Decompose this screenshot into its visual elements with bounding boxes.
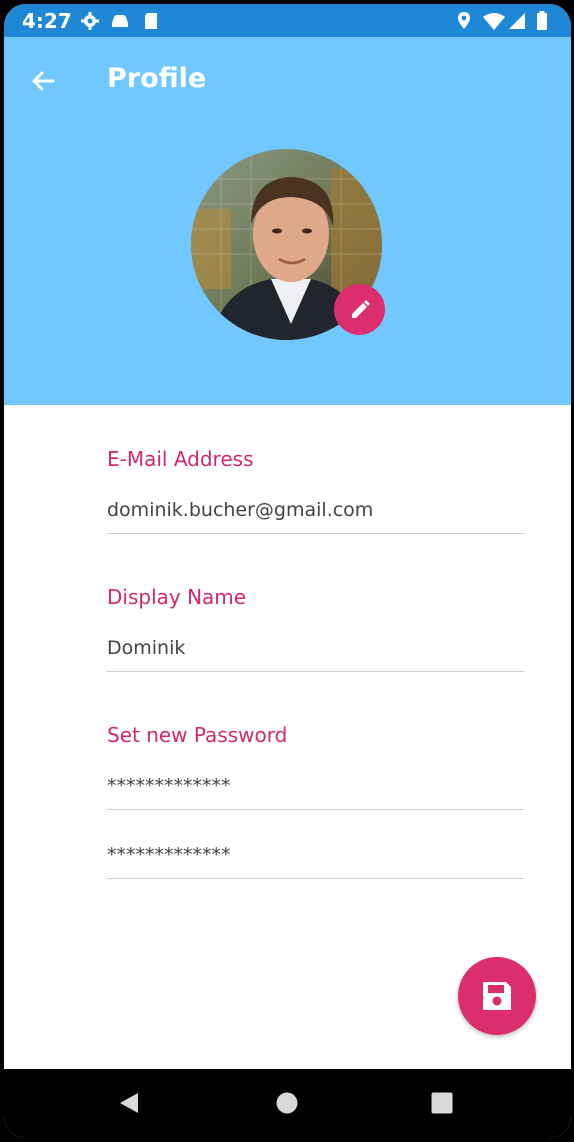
- nav-back-icon[interactable]: [118, 1091, 140, 1115]
- sd-card-icon: [145, 13, 157, 29]
- display-name-field-container: [107, 625, 524, 672]
- confirm-password-value: *************: [107, 844, 231, 866]
- profile-header: Profile: [4, 37, 571, 405]
- password-label: Set new Password: [107, 723, 288, 747]
- system-nav-bar: [4, 1069, 571, 1138]
- signal-icon: [509, 13, 525, 29]
- nav-recents-icon[interactable]: [431, 1091, 453, 1115]
- back-button[interactable]: [24, 62, 62, 100]
- password-field[interactable]: *************: [107, 763, 524, 810]
- status-time: 4:27: [22, 9, 72, 33]
- settings-icon: [81, 12, 99, 30]
- device-screen: 4:27 Profile E-Mail Address dominik.buch…: [4, 4, 571, 1138]
- pencil-icon: [351, 299, 370, 318]
- confirm-password-field[interactable]: *************: [107, 832, 524, 879]
- location-icon: [458, 12, 470, 29]
- avatar-container: [191, 149, 385, 340]
- display-name-field[interactable]: [107, 625, 524, 671]
- arrow-left-icon: [32, 71, 55, 91]
- email-field-container: [107, 487, 524, 534]
- status-bar: 4:27: [4, 4, 571, 37]
- battery-icon: [537, 11, 547, 30]
- page-title: Profile: [107, 63, 207, 94]
- wifi-icon: [483, 13, 505, 30]
- edit-avatar-button[interactable]: [334, 284, 385, 335]
- nav-home-icon[interactable]: [276, 1091, 298, 1115]
- password-value: *************: [107, 775, 231, 797]
- display-name-label: Display Name: [107, 585, 247, 609]
- save-button[interactable]: [458, 957, 536, 1035]
- car-icon: [112, 15, 128, 27]
- email-label: E-Mail Address: [107, 447, 254, 471]
- floppy-disk-icon: [483, 982, 511, 1010]
- email-field[interactable]: [107, 487, 524, 533]
